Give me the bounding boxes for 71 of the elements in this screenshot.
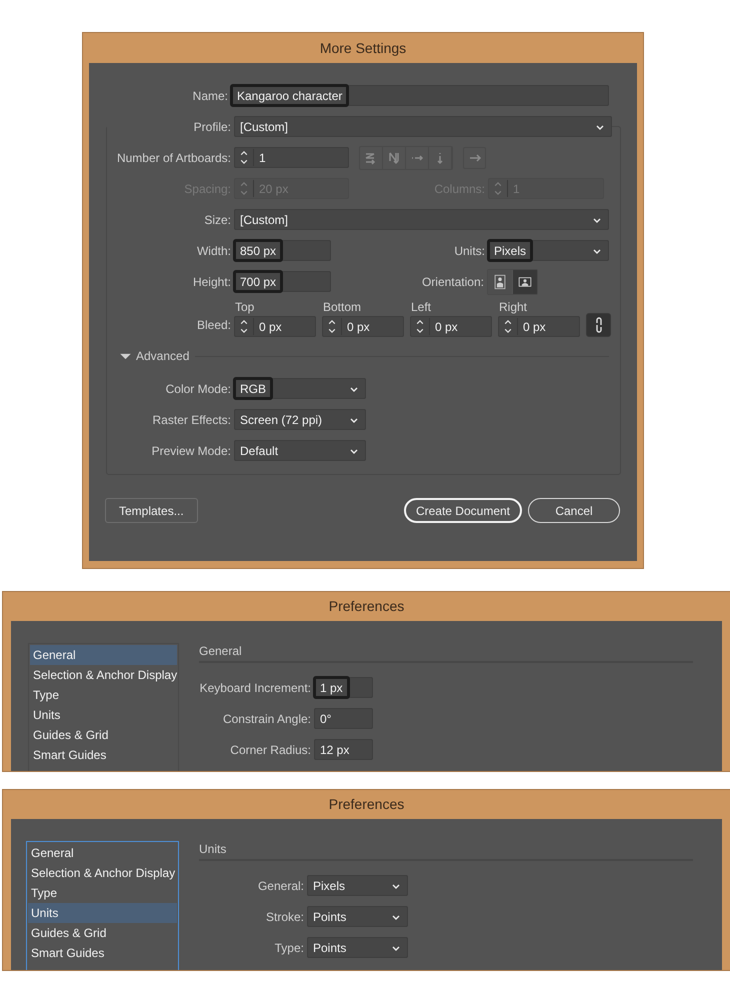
field-label: Number of Artboards: — [116, 150, 232, 164]
templates-button[interactable]: Templates... — [105, 498, 198, 523]
dropdown-field[interactable]: RGB — [234, 378, 366, 399]
field-label: General: — [256, 878, 305, 892]
category-item[interactable]: Selection & Anchor Display — [30, 665, 177, 685]
advanced-toggle[interactable]: Advanced — [120, 349, 194, 363]
bleed-spinner[interactable]: 0 px — [410, 316, 492, 337]
field-label: Name: — [192, 88, 229, 102]
field-label: Stroke: — [264, 910, 305, 924]
field-label: Constrain Angle: — [222, 712, 312, 726]
category-item[interactable]: Units — [28, 903, 177, 923]
field-label: Right — [498, 300, 528, 314]
landscape-button[interactable] — [513, 270, 537, 294]
text-field[interactable]: 12 px — [314, 739, 373, 760]
field-label: Bleed: — [196, 317, 232, 334]
height-field[interactable]: 700 px — [234, 271, 331, 292]
field-label: Corner Radius: — [229, 742, 312, 756]
dropdown-field[interactable]: Points — [307, 906, 408, 927]
field-label: Units: — [454, 244, 486, 258]
units-dropdown[interactable]: Pixels — [488, 240, 609, 261]
field-label: Color Mode: — [164, 382, 232, 396]
link-icon — [594, 316, 604, 334]
bleed-spinner[interactable]: 0 px — [498, 316, 580, 337]
dialog-title: Preferences — [328, 597, 406, 616]
field-label: Raster Effects: — [152, 412, 232, 426]
category-item[interactable]: Selection & Anchor Display — [28, 863, 177, 883]
portrait-button[interactable] — [488, 270, 512, 294]
grid-arrow-icon — [364, 150, 378, 164]
field-label: Keyboard Increment: — [199, 680, 312, 694]
dialog-title: Preferences — [328, 795, 406, 814]
field-label: Left — [410, 300, 432, 314]
category-item[interactable]: Guides & Grid — [30, 725, 177, 745]
text-field[interactable]: 1 px — [314, 677, 373, 698]
field-label: Orientation: — [422, 274, 485, 288]
category-item[interactable]: Guides & Grid — [28, 923, 177, 943]
category-item[interactable]: General — [28, 843, 177, 863]
dialog-title: More Settings — [318, 39, 408, 58]
category-item[interactable]: Units — [30, 705, 177, 725]
dropdown-field[interactable]: Points — [307, 937, 408, 958]
field-label: Top — [234, 300, 256, 314]
width-field[interactable]: 850 px — [234, 240, 331, 261]
size-dropdown[interactable]: [Custom] — [234, 209, 609, 230]
bleed-spinner[interactable]: 0 px — [322, 316, 404, 337]
field-label: Preview Mode: — [150, 444, 232, 458]
field-label: Size: — [203, 212, 232, 226]
category-item[interactable]: Type — [30, 685, 177, 705]
triangle-icon — [120, 352, 131, 360]
bleed-spinner[interactable]: 0 px — [234, 316, 316, 337]
dropdown-field[interactable]: Pixels — [307, 875, 408, 896]
profile-dropdown[interactable]: [Custom] — [234, 116, 612, 137]
cancel-button[interactable]: Cancel — [528, 498, 620, 523]
artboards-spinner[interactable]: 1 — [234, 147, 349, 168]
arrow-right-button[interactable] — [463, 146, 486, 168]
field-label: Bottom — [322, 300, 362, 314]
section-heading: General — [199, 643, 693, 663]
category-item[interactable]: Type — [28, 883, 177, 903]
name-field[interactable]: Kangaroo character — [231, 85, 609, 106]
field-label: Type: — [274, 940, 305, 954]
create-button[interactable]: Create Document — [404, 498, 522, 523]
section-heading: Units — [199, 841, 693, 861]
grid-arrow-icon — [387, 150, 401, 164]
portrait-icon — [493, 274, 507, 290]
field-label: Height: — [192, 274, 232, 288]
link-button[interactable] — [586, 313, 611, 337]
text-field[interactable]: 0° — [314, 708, 373, 729]
dropdown-field[interactable]: Default — [234, 440, 366, 461]
category-item[interactable]: Smart Guides — [30, 745, 177, 765]
category-item[interactable]: Smart Guides — [28, 943, 177, 963]
field-label: Width: — [196, 244, 232, 258]
category-item[interactable]: General — [30, 645, 177, 665]
dropdown-field[interactable]: Screen (72 ppi) — [234, 409, 366, 430]
